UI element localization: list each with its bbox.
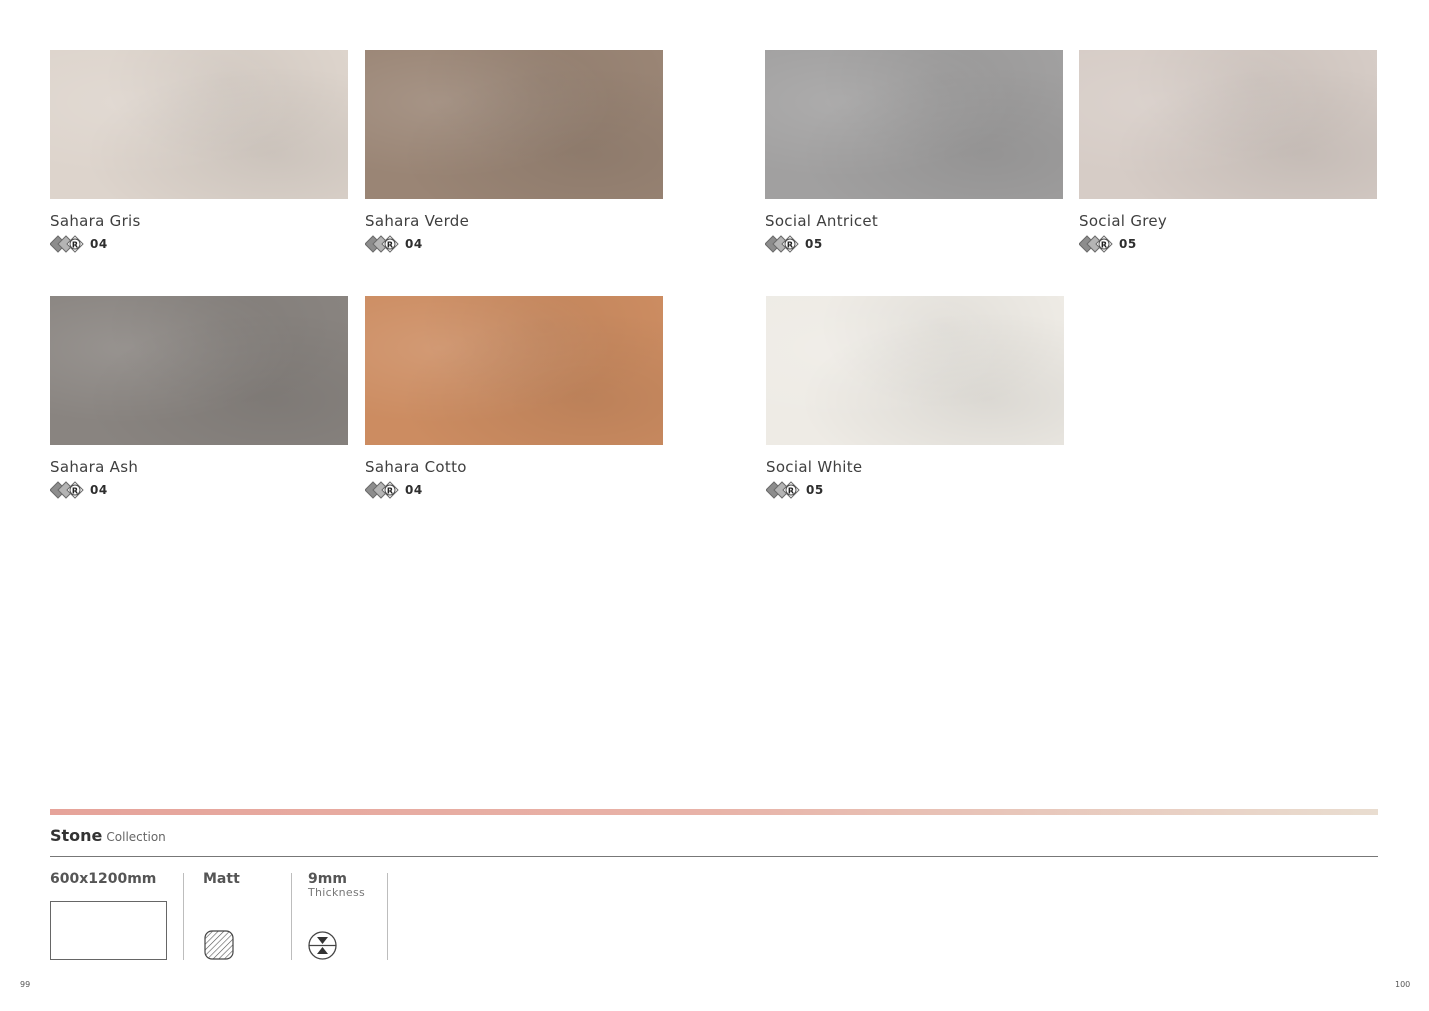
tile-size-icon bbox=[50, 901, 167, 960]
page-number-right: 100 bbox=[1395, 980, 1411, 989]
collection-name: Stone bbox=[50, 826, 103, 845]
slip-rating: R 04 bbox=[365, 481, 663, 499]
tile-swatch bbox=[50, 50, 348, 199]
slip-rating: R 05 bbox=[1079, 235, 1377, 253]
spec-divider bbox=[183, 873, 184, 960]
thickness-value: 9mm bbox=[308, 871, 347, 887]
tile-swatch bbox=[766, 296, 1064, 445]
slip-rating-icon: R bbox=[765, 235, 799, 253]
rating-letter: R bbox=[1101, 240, 1107, 249]
rating-letter: R bbox=[72, 486, 78, 495]
slip-rating-icon: R bbox=[50, 481, 84, 499]
slip-rating-value: 05 bbox=[806, 483, 824, 497]
slip-rating: R 05 bbox=[765, 235, 1063, 253]
tile-sahara-cotto: Sahara Cotto R 04 bbox=[365, 296, 663, 499]
rating-letter: R bbox=[788, 486, 794, 495]
slip-rating: R 05 bbox=[766, 481, 1064, 499]
slip-rating-icon: R bbox=[1079, 235, 1113, 253]
slip-rating: R 04 bbox=[365, 235, 663, 253]
spec-divider bbox=[387, 873, 388, 960]
rating-letter: R bbox=[387, 486, 393, 495]
slip-rating: R 04 bbox=[50, 235, 348, 253]
tile-swatch bbox=[765, 50, 1063, 199]
collection-word: Collection bbox=[106, 830, 166, 844]
tile-name: Sahara Verde bbox=[365, 212, 470, 230]
slip-rating-value: 04 bbox=[90, 237, 108, 251]
tile-swatch bbox=[1079, 50, 1377, 199]
matt-finish-icon bbox=[204, 930, 234, 960]
finish-label: Matt bbox=[203, 871, 240, 887]
tile-name: Social White bbox=[766, 458, 863, 476]
page-number-left: 99 bbox=[20, 980, 31, 989]
tile-social-white: Social White R 05 bbox=[766, 296, 1064, 499]
slip-rating-icon: R bbox=[50, 235, 84, 253]
tile-name: Social Grey bbox=[1079, 212, 1168, 230]
tile-sahara-gris: Sahara Gris R 04 bbox=[50, 50, 348, 253]
slip-rating-icon: R bbox=[365, 235, 399, 253]
thickness-icon bbox=[308, 931, 337, 960]
slip-rating-value: 04 bbox=[90, 483, 108, 497]
collection-gradient-bar bbox=[50, 809, 1378, 815]
rating-letter: R bbox=[387, 240, 393, 249]
rating-letter: R bbox=[72, 240, 78, 249]
slip-rating-value: 04 bbox=[405, 483, 423, 497]
tile-swatch bbox=[365, 50, 663, 199]
tile-name: Sahara Gris bbox=[50, 212, 141, 230]
size-label: 600x1200mm bbox=[50, 871, 157, 887]
slip-rating-icon: R bbox=[766, 481, 800, 499]
tile-social-grey: Social Grey R 05 bbox=[1079, 50, 1377, 253]
slip-rating-value: 04 bbox=[405, 237, 423, 251]
tile-name: Sahara Ash bbox=[50, 458, 139, 476]
tile-name: Social Antricet bbox=[765, 212, 879, 230]
rating-letter: R bbox=[787, 240, 793, 249]
slip-rating-value: 05 bbox=[1119, 237, 1137, 251]
tile-name: Sahara Cotto bbox=[365, 458, 467, 476]
slip-rating: R 04 bbox=[50, 481, 348, 499]
tile-swatch bbox=[365, 296, 663, 445]
tile-sahara-ash: Sahara Ash R 04 bbox=[50, 296, 348, 499]
tile-social-antricet: Social Antricet R 05 bbox=[765, 50, 1063, 253]
thickness-label: Thickness bbox=[308, 886, 366, 899]
collection-title: Stone Collection bbox=[50, 826, 166, 845]
spec-divider bbox=[291, 873, 292, 960]
slip-rating-value: 05 bbox=[805, 237, 823, 251]
tile-swatch bbox=[50, 296, 348, 445]
divider bbox=[50, 856, 1378, 857]
slip-rating-icon: R bbox=[365, 481, 399, 499]
tile-sahara-verde: Sahara Verde R 04 bbox=[365, 50, 663, 253]
